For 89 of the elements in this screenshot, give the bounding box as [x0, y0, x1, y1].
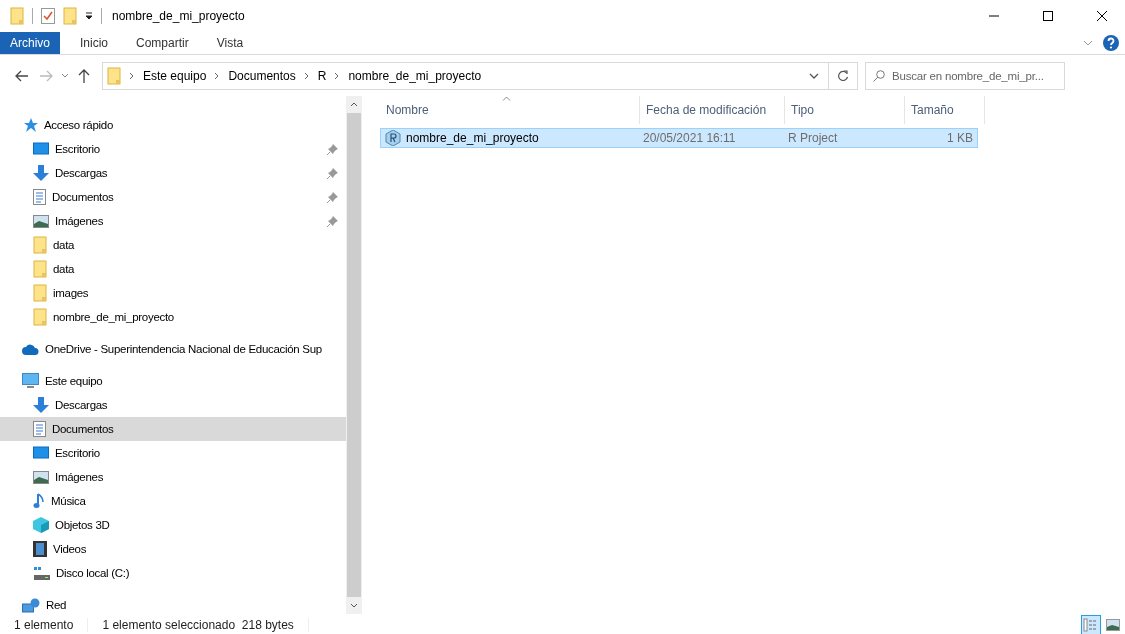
drive-icon — [33, 566, 50, 580]
sidebar-item[interactable]: Documentos — [0, 185, 346, 209]
scroll-up-icon[interactable] — [350, 102, 358, 107]
breadcrumb-item[interactable]: nombre_de_mi_proyecto — [348, 68, 482, 83]
column-header[interactable]: Nombre — [380, 96, 640, 124]
sidebar-item[interactable]: Videos — [0, 537, 346, 561]
sidebar-item[interactable]: Descargas — [0, 393, 346, 417]
chevron-icon — [214, 71, 221, 80]
maximize-icon — [1043, 11, 1053, 21]
desktop-icon — [33, 142, 49, 156]
folder-icon — [107, 66, 121, 85]
window-title: nombre_de_mi_proyecto — [112, 9, 245, 23]
folder-icon — [10, 7, 24, 25]
ribbon-tab[interactable]: Compartir — [122, 32, 203, 54]
folder-icon — [33, 284, 47, 302]
date-cell-text: 20/05/2021 16:11 — [642, 130, 737, 147]
sidebar-item[interactable]: data — [0, 233, 346, 257]
details-view-button[interactable] — [1081, 615, 1101, 634]
caret-icon — [809, 72, 819, 79]
sidebar-item[interactable]: Documentos — [0, 417, 346, 441]
down-arrow-icon — [33, 397, 49, 413]
sidebar-item[interactable]: Escritorio — [0, 441, 346, 465]
scrollbar[interactable] — [346, 96, 362, 614]
breadcrumb-item[interactable]: Documentos — [228, 68, 296, 83]
document-icon — [33, 189, 46, 205]
network-icon — [22, 597, 40, 613]
sidebar-item[interactable]: Disco local (C:) — [0, 561, 346, 585]
sidebar-item[interactable]: Objetos 3D — [0, 513, 346, 537]
forward-arrow-icon — [39, 69, 53, 82]
sidebar-item[interactable]: Música — [0, 489, 346, 513]
column-header[interactable]: Tamaño — [905, 96, 985, 124]
film-icon — [33, 541, 47, 557]
sidebar-item[interactable]: Descargas — [0, 161, 346, 185]
address-bar[interactable]: Este equipo Documentos R nombre_de_mi_proyecto — [102, 61, 858, 90]
star-icon — [22, 117, 38, 133]
chevron-icon — [129, 71, 135, 80]
refresh-icon — [837, 69, 849, 82]
picture-icon — [33, 214, 49, 228]
sidebar-item[interactable]: Red — [0, 593, 346, 614]
r-project-icon — [385, 130, 401, 146]
breadcrumb-item[interactable]: R — [317, 68, 327, 83]
sidebar-item[interactable]: OneDrive - Superintendencia Nacional de Educación Sup — [0, 337, 346, 361]
column-header[interactable]: Fecha de modificación — [640, 96, 785, 124]
sidebar-item[interactable]: Escritorio — [0, 137, 346, 161]
desktop-icon — [33, 446, 49, 460]
pin-icon[interactable] — [327, 143, 338, 155]
search-field[interactable]: Buscar en nombre_de_mi_pr... — [865, 61, 1065, 90]
size-cell-text: 1 KB — [946, 130, 974, 147]
sidebar-item[interactable]: Este equipo — [0, 369, 346, 393]
pin-icon[interactable] — [327, 167, 338, 179]
expand-ribbon-icon[interactable] — [1083, 40, 1093, 46]
selection-info: 1 elemento seleccionado 218 bytes — [102, 618, 294, 632]
back-arrow-icon — [15, 69, 29, 82]
pin-icon[interactable] — [327, 215, 338, 227]
sidebar-item[interactable]: Imágenes — [0, 209, 346, 233]
music-note-icon — [33, 493, 45, 509]
down-arrow-icon — [33, 165, 49, 181]
item-count: 1 elemento — [14, 618, 74, 632]
document-icon — [33, 421, 46, 437]
sidebar-item[interactable]: Acceso rápido — [0, 113, 346, 137]
pin-icon[interactable] — [327, 191, 338, 203]
picture-icon — [33, 470, 49, 484]
sidebar-item[interactable]: data — [0, 257, 346, 281]
chevron-icon — [334, 71, 341, 80]
sidebar-item[interactable]: Imágenes — [0, 465, 346, 489]
ribbon-tab[interactable]: Vista — [202, 32, 258, 54]
help-icon[interactable] — [1103, 35, 1119, 51]
folder-icon — [33, 236, 47, 254]
type-cell-text: R Project — [787, 130, 839, 147]
dropdown-icon[interactable] — [85, 12, 93, 20]
new-folder-icon — [63, 7, 77, 25]
properties-icon[interactable] — [41, 8, 55, 24]
up-arrow-icon — [78, 68, 90, 83]
computer-icon — [22, 373, 39, 389]
file-row[interactable]: nombre_de_mi_proyecto 20/05/2021 16:11 R Project 1 KB — [380, 128, 978, 148]
file-name: nombre_de_mi_proyecto — [406, 131, 539, 145]
breadcrumb-item[interactable]: Este equipo — [143, 68, 207, 83]
chevron-icon — [303, 71, 310, 80]
close-icon — [1097, 11, 1107, 21]
caret-icon — [61, 73, 69, 78]
cube-icon — [33, 517, 49, 533]
cloud-icon — [22, 343, 39, 355]
scroll-down-icon[interactable] — [350, 603, 358, 608]
column-header[interactable]: Tipo — [785, 96, 905, 124]
sidebar-item[interactable]: images — [0, 281, 346, 305]
folder-icon — [33, 260, 47, 278]
ribbon-tab[interactable]: Inicio — [66, 32, 123, 54]
sidebar-item[interactable]: nombre_de_mi_proyecto — [0, 305, 346, 329]
folder-icon — [33, 308, 47, 326]
